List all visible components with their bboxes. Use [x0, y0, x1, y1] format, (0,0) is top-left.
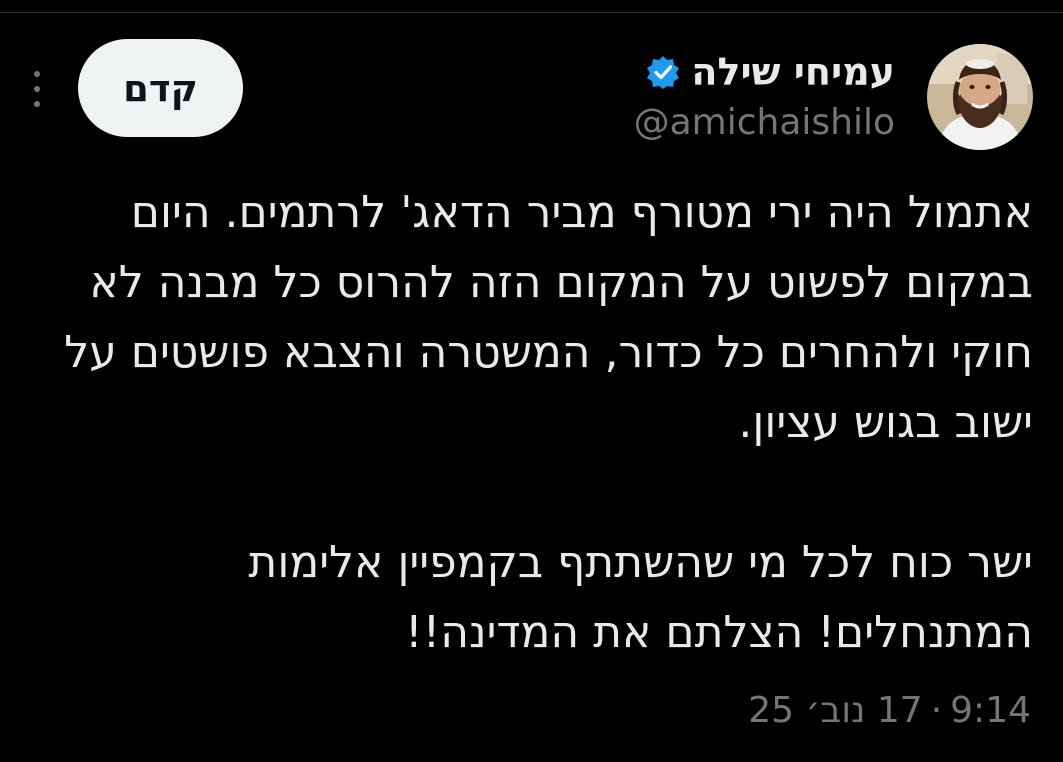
tweet-paragraph-1: אתמול היה ירי מטורף מביר הדאג' לרתמים. ה… — [64, 187, 1033, 448]
avatar[interactable] — [927, 44, 1033, 150]
more-dot — [34, 101, 40, 107]
author-display-name[interactable]: עמיחי שילה — [691, 50, 895, 94]
author-block[interactable]: עמיחי שילה @amichaishilo — [634, 48, 895, 143]
more-dot — [34, 71, 40, 77]
top-divider — [0, 12, 1063, 13]
author-handle[interactable]: @amichaishilo — [634, 102, 895, 143]
tweet-text: אתמול היה ירי מטורף מביר הדאג' לרתמים. ה… — [23, 178, 1033, 668]
tweet-date: 17 נוב׳ 25 — [748, 690, 923, 731]
avatar-image — [927, 44, 1033, 150]
author-name-row: עמיחי שילה — [634, 48, 895, 96]
timestamp-separator: · — [930, 690, 943, 731]
tweet-paragraph-2: ישר כוח לכל מי שהשתתף בקמפיין אלימות המת… — [248, 537, 1033, 658]
tweet-time: 9:14 — [950, 690, 1031, 731]
more-vertical-icon[interactable] — [31, 71, 43, 107]
verified-badge-icon[interactable] — [645, 54, 681, 90]
more-dot — [34, 86, 40, 92]
follow-button[interactable]: קדם — [78, 39, 243, 137]
tweet-timestamp[interactable]: 9:14·17 נוב׳ 25 — [748, 690, 1031, 731]
